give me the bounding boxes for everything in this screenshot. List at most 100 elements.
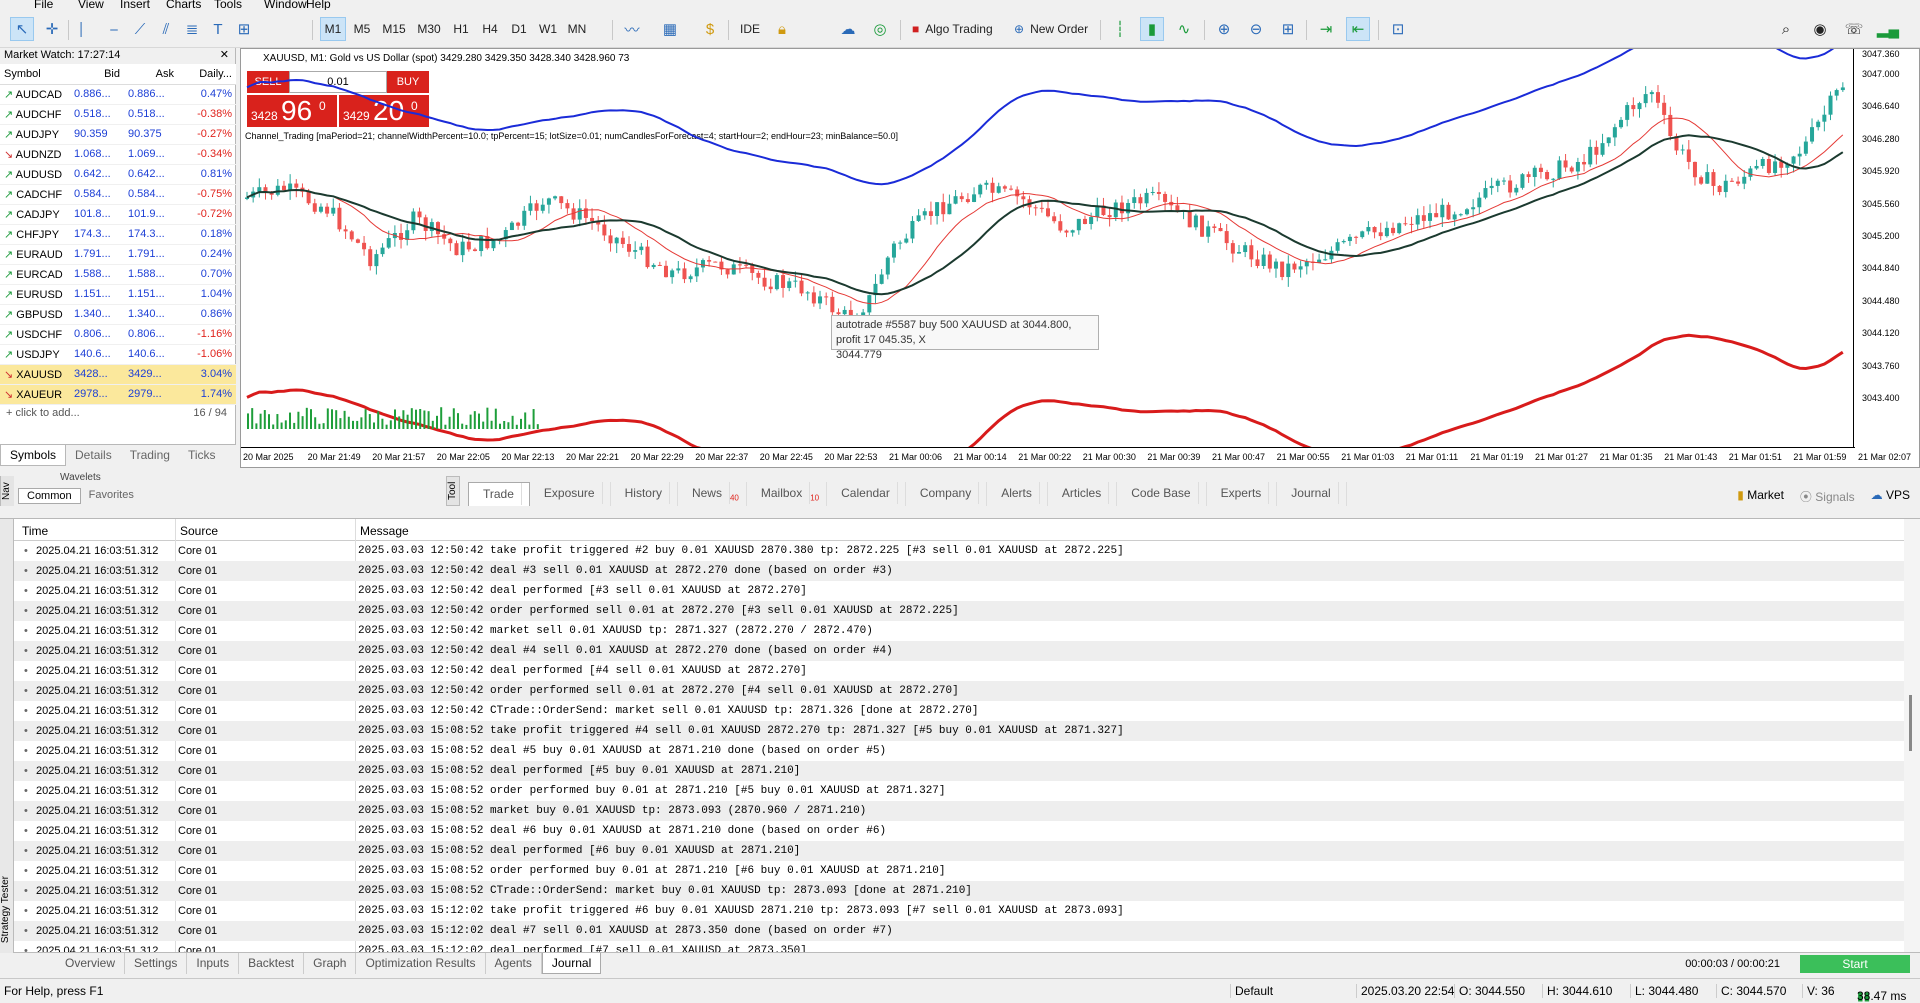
toolbox-tab-company[interactable]: Company: [906, 482, 988, 506]
toolbox-side-label[interactable]: Tool: [446, 476, 460, 506]
journal-row[interactable]: • 2025.04.21 16:03:51.312 Core 01 2025.03.0…: [14, 761, 1904, 781]
menu-view[interactable]: View: [78, 0, 104, 10]
symbol-row[interactable]: ↗ CHFJPY 174.3... 174.3... 0.18%: [0, 224, 236, 245]
chart-window[interactable]: XAUUSD, M1: Gold vs US Dollar (spot) 342…: [240, 48, 1920, 468]
trendline-icon[interactable]: ⟋: [128, 17, 152, 41]
tester-tab-overview[interactable]: Overview: [56, 953, 126, 974]
toolbox-tab-exposure[interactable]: Exposure: [530, 482, 611, 506]
new-order-button[interactable]: ⊕ New Order: [1010, 17, 1092, 41]
journal-row[interactable]: • 2025.04.21 16:03:51.312 Core 01 2025.03.0…: [14, 641, 1904, 661]
symbol-row[interactable]: ↗ CADCHF 0.584... 0.584... -0.75%: [0, 184, 236, 205]
timeframe-w1[interactable]: W1: [535, 17, 561, 41]
algo-trading-button[interactable]: ■ Algo Trading: [908, 17, 997, 41]
navigator-side-label[interactable]: Nav: [0, 476, 14, 506]
menu-help[interactable]: Help: [306, 0, 331, 10]
symbol-row[interactable]: ↘ XAUUSD 3428... 3429... 3.04%: [0, 364, 236, 385]
toolbox-tab-trade[interactable]: Trade: [468, 482, 530, 506]
dollar-icon[interactable]: $: [698, 17, 722, 41]
add-symbol-row[interactable]: + click to add... 16 / 94: [0, 405, 235, 425]
tester-tab-graph[interactable]: Graph: [304, 953, 357, 974]
start-button[interactable]: Start: [1800, 955, 1910, 973]
symbol-row[interactable]: ↗ USDCHF 0.806... 0.806... -1.16%: [0, 324, 236, 345]
symbol-row[interactable]: ↘ AUDNZD 1.068... 1.069... -0.34%: [0, 144, 236, 165]
toolbox-tab-articles[interactable]: Articles: [1048, 482, 1118, 506]
timeframe-m1[interactable]: M1: [320, 17, 346, 41]
mw-col-0[interactable]: Symbol: [0, 64, 70, 85]
timeframe-m5[interactable]: M5: [349, 17, 375, 41]
toolbox-tab-code-base[interactable]: Code Base: [1117, 482, 1207, 506]
journal-row[interactable]: • 2025.04.21 16:03:51.312 Core 01 2025.03.0…: [14, 901, 1904, 921]
symbol-row[interactable]: ↗ AUDUSD 0.642... 0.642... 0.81%: [0, 164, 236, 185]
tester-tab-optimization-results[interactable]: Optimization Results: [356, 953, 486, 974]
account-icon[interactable]: ◉: [1808, 17, 1832, 41]
timeframe-mn[interactable]: MN: [564, 17, 590, 41]
crosshair-icon[interactable]: ✛: [40, 17, 64, 41]
tab-ticks[interactable]: Ticks: [179, 445, 225, 466]
journal-row[interactable]: • 2025.04.21 16:03:51.312 Core 01 2025.03.0…: [14, 601, 1904, 621]
col-source[interactable]: Source: [180, 524, 218, 538]
tester-tab-journal[interactable]: Journal: [541, 953, 602, 974]
vps-button[interactable]: ☁ VPS: [1871, 488, 1910, 505]
channel-icon[interactable]: ⫽: [154, 17, 178, 41]
symbol-row[interactable]: ↗ EURCAD 1.588... 1.588... 0.70%: [0, 264, 236, 285]
toolbox-tab-calendar[interactable]: Calendar: [827, 482, 906, 506]
timeframe-m30[interactable]: M30: [413, 17, 445, 41]
close-icon[interactable]: ✕: [220, 48, 229, 61]
lock-icon[interactable]: 🔒︎: [770, 17, 794, 41]
mw-col-1[interactable]: Bid: [70, 64, 124, 85]
profile-name[interactable]: Default: [1230, 984, 1273, 998]
candle-chart-icon[interactable]: ▮: [1140, 17, 1164, 41]
journal-row[interactable]: • 2025.04.21 16:03:51.312 Core 01 2025.03.0…: [14, 881, 1904, 901]
symbol-row[interactable]: ↗ CADJPY 101.8... 101.9... -0.72%: [0, 204, 236, 225]
text-icon[interactable]: T: [206, 17, 230, 41]
strategy-tester-side[interactable]: Strategy Tester: [0, 519, 14, 953]
timeframe-h4[interactable]: H4: [477, 17, 503, 41]
nav-tab-common[interactable]: Common: [18, 488, 81, 504]
journal-row[interactable]: • 2025.04.21 16:03:51.312 Core 01 2025.03.0…: [14, 921, 1904, 941]
zoom-out-icon[interactable]: ⊖: [1244, 17, 1268, 41]
toolbox-tab-alerts[interactable]: Alerts: [987, 482, 1048, 506]
grid-icon[interactable]: ⊞: [1276, 17, 1300, 41]
menu-file[interactable]: File: [34, 0, 53, 10]
journal-row[interactable]: • 2025.04.21 16:03:51.312 Core 01 2025.03.0…: [14, 821, 1904, 841]
journal-scrollbar[interactable]: [1904, 519, 1920, 953]
timeframe-d1[interactable]: D1: [506, 17, 532, 41]
tab-trading[interactable]: Trading: [121, 445, 179, 466]
nav-tab-favorites[interactable]: Favorites: [81, 488, 142, 504]
tester-tab-inputs[interactable]: Inputs: [187, 953, 240, 974]
journal-row[interactable]: • 2025.04.21 16:03:51.312 Core 01 2025.03.0…: [14, 841, 1904, 861]
fibonacci-icon[interactable]: ≣: [180, 17, 204, 41]
timeframe-h1[interactable]: H1: [448, 17, 474, 41]
journal-row[interactable]: • 2025.04.21 16:03:51.312 Core 01 2025.03.0…: [14, 861, 1904, 881]
market-button[interactable]: ▮ Market: [1737, 488, 1784, 505]
col-time[interactable]: Time: [22, 524, 48, 538]
journal-row[interactable]: • 2025.04.21 16:03:51.312 Core 01 2025.03.0…: [14, 541, 1904, 561]
signal-strength-icon[interactable]: ▂▄: [1876, 17, 1900, 41]
search-icon[interactable]: ⌕: [1774, 17, 1798, 41]
journal-row[interactable]: • 2025.04.21 16:03:51.312 Core 01 2025.03.0…: [14, 561, 1904, 581]
line-chart-icon[interactable]: ∿: [1172, 17, 1196, 41]
zoom-in-icon[interactable]: ⊕: [1212, 17, 1236, 41]
journal-row[interactable]: • 2025.04.21 16:03:51.312 Core 01 2025.03.0…: [14, 721, 1904, 741]
navigator-item[interactable]: Wavelets: [60, 472, 101, 483]
chart-shift-icon[interactable]: ⇤: [1346, 17, 1370, 41]
ide-button[interactable]: IDE: [736, 17, 764, 41]
timeframe-m15[interactable]: M15: [378, 17, 410, 41]
menu-tools[interactable]: Tools: [214, 0, 242, 10]
screenshot-icon[interactable]: ⊡: [1386, 17, 1410, 41]
menu-insert[interactable]: Insert: [120, 0, 150, 10]
journal-row[interactable]: • 2025.04.21 16:03:51.312 Core 01 2025.03.0…: [14, 781, 1904, 801]
toolbox-tab-history[interactable]: History: [611, 482, 678, 506]
tab-details[interactable]: Details: [66, 445, 121, 466]
journal-row[interactable]: • 2025.04.21 16:03:51.312 Core 01 2025.03.0…: [14, 621, 1904, 641]
mw-col-3[interactable]: Daily...: [178, 64, 236, 85]
menu-window[interactable]: Window: [264, 0, 307, 10]
journal-row[interactable]: • 2025.04.21 16:03:51.312 Core 01 2025.03.0…: [14, 701, 1904, 721]
signals-button[interactable]: ⦿ Signals: [1800, 488, 1855, 505]
tester-tab-agents[interactable]: Agents: [486, 953, 542, 974]
globe-icon[interactable]: ◎: [868, 17, 892, 41]
symbol-row[interactable]: ↗ AUDJPY 90.359 90.375 -0.27%: [0, 124, 236, 145]
symbol-row[interactable]: ↗ AUDCHF 0.518... 0.518... -0.38%: [0, 104, 236, 125]
vertical-line-icon[interactable]: ⎸: [76, 17, 100, 41]
symbol-row[interactable]: ↘ XAUEUR 2978... 2979... 1.74%: [0, 384, 236, 405]
